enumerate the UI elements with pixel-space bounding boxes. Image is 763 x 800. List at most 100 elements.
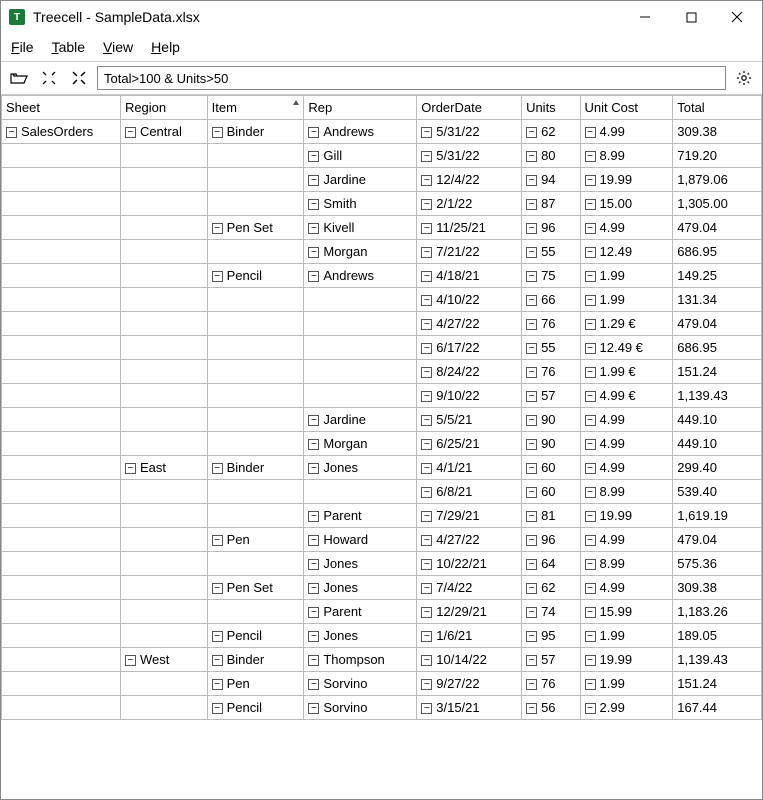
collapse-toggle-icon[interactable]: −: [421, 679, 432, 690]
table-row[interactable]: −8/24/22−76−1.99 €151.24: [2, 360, 762, 384]
cell-rep[interactable]: −Jones: [304, 624, 417, 648]
col-region[interactable]: Region: [120, 96, 207, 120]
collapse-toggle-icon[interactable]: −: [585, 607, 596, 618]
collapse-toggle-icon[interactable]: −: [585, 247, 596, 258]
cell-region[interactable]: [120, 240, 207, 264]
cell-unitcost[interactable]: −1.99 €: [580, 360, 673, 384]
menu-table[interactable]: Table: [52, 39, 85, 55]
collapse-toggle-icon[interactable]: −: [526, 535, 537, 546]
collapse-toggle-icon[interactable]: −: [308, 127, 319, 138]
cell-sheet[interactable]: [2, 240, 121, 264]
cell-rep[interactable]: [304, 312, 417, 336]
cell-item[interactable]: [207, 432, 304, 456]
cell-rep[interactable]: −Jones: [304, 552, 417, 576]
cell-unitcost[interactable]: −12.49: [580, 240, 673, 264]
collapse-toggle-icon[interactable]: −: [526, 703, 537, 714]
collapse-toggle-icon[interactable]: −: [585, 679, 596, 690]
collapse-toggle-icon[interactable]: −: [421, 511, 432, 522]
cell-units[interactable]: −64: [522, 552, 580, 576]
table-row[interactable]: −4/10/22−66−1.99131.34: [2, 288, 762, 312]
cell-item[interactable]: [207, 552, 304, 576]
collapse-toggle-icon[interactable]: −: [526, 127, 537, 138]
collapse-toggle-icon[interactable]: −: [585, 439, 596, 450]
cell-orderdate[interactable]: −5/31/22: [417, 120, 522, 144]
cell-unitcost[interactable]: −1.29 €: [580, 312, 673, 336]
cell-rep[interactable]: −Gill: [304, 144, 417, 168]
cell-rep[interactable]: [304, 480, 417, 504]
collapse-toggle-icon[interactable]: −: [526, 655, 537, 666]
collapse-toggle-icon[interactable]: −: [526, 367, 537, 378]
cell-units[interactable]: −56: [522, 696, 580, 720]
collapse-toggle-icon[interactable]: −: [421, 223, 432, 234]
collapse-toggle-icon[interactable]: −: [421, 295, 432, 306]
collapse-toggle-icon[interactable]: −: [585, 367, 596, 378]
cell-unitcost[interactable]: −4.99: [580, 216, 673, 240]
cell-item[interactable]: −Pen: [207, 672, 304, 696]
collapse-toggle-icon[interactable]: −: [421, 655, 432, 666]
table-row[interactable]: −Gill−5/31/22−80−8.99719.20: [2, 144, 762, 168]
col-rep[interactable]: Rep: [304, 96, 417, 120]
expand-all-icon[interactable]: [37, 67, 61, 89]
cell-item[interactable]: [207, 168, 304, 192]
cell-region[interactable]: [120, 288, 207, 312]
table-row[interactable]: −Parent−7/29/21−81−19.991,619.19: [2, 504, 762, 528]
cell-units[interactable]: −62: [522, 576, 580, 600]
collapse-toggle-icon[interactable]: −: [125, 463, 136, 474]
collapse-toggle-icon[interactable]: −: [526, 391, 537, 402]
collapse-toggle-icon[interactable]: −: [421, 583, 432, 594]
cell-units[interactable]: −94: [522, 168, 580, 192]
table-row[interactable]: −Pen Set−Kivell−11/25/21−96−4.99479.04: [2, 216, 762, 240]
cell-item[interactable]: −Pen Set: [207, 576, 304, 600]
cell-orderdate[interactable]: −6/25/21: [417, 432, 522, 456]
cell-units[interactable]: −57: [522, 648, 580, 672]
cell-orderdate[interactable]: −4/18/21: [417, 264, 522, 288]
cell-region[interactable]: [120, 504, 207, 528]
cell-item[interactable]: [207, 312, 304, 336]
cell-units[interactable]: −57: [522, 384, 580, 408]
cell-total[interactable]: 719.20: [673, 144, 762, 168]
collapse-toggle-icon[interactable]: −: [421, 271, 432, 282]
cell-item[interactable]: −Binder: [207, 456, 304, 480]
cell-units[interactable]: −55: [522, 240, 580, 264]
collapse-toggle-icon[interactable]: −: [308, 511, 319, 522]
cell-region[interactable]: −West: [120, 648, 207, 672]
collapse-toggle-icon[interactable]: −: [585, 175, 596, 186]
cell-rep[interactable]: −Parent: [304, 600, 417, 624]
collapse-toggle-icon[interactable]: −: [212, 223, 223, 234]
collapse-toggle-icon[interactable]: −: [421, 631, 432, 642]
cell-total[interactable]: 539.40: [673, 480, 762, 504]
col-units[interactable]: Units: [522, 96, 580, 120]
collapse-toggle-icon[interactable]: −: [526, 607, 537, 618]
cell-rep[interactable]: −Parent: [304, 504, 417, 528]
table-row[interactable]: −6/8/21−60−8.99539.40: [2, 480, 762, 504]
open-file-icon[interactable]: [7, 67, 31, 89]
table-row[interactable]: −Pen Set−Jones−7/4/22−62−4.99309.38: [2, 576, 762, 600]
collapse-toggle-icon[interactable]: −: [212, 655, 223, 666]
cell-sheet[interactable]: [2, 672, 121, 696]
cell-region[interactable]: [120, 432, 207, 456]
collapse-all-icon[interactable]: [67, 67, 91, 89]
minimize-button[interactable]: [622, 2, 668, 32]
collapse-toggle-icon[interactable]: −: [308, 271, 319, 282]
cell-rep[interactable]: [304, 360, 417, 384]
cell-sheet[interactable]: [2, 552, 121, 576]
cell-rep[interactable]: −Andrews: [304, 120, 417, 144]
collapse-toggle-icon[interactable]: −: [526, 463, 537, 474]
collapse-toggle-icon[interactable]: −: [526, 199, 537, 210]
collapse-toggle-icon[interactable]: −: [308, 199, 319, 210]
cell-units[interactable]: −76: [522, 360, 580, 384]
cell-unitcost[interactable]: −12.49 €: [580, 336, 673, 360]
cell-region[interactable]: [120, 576, 207, 600]
cell-rep[interactable]: −Andrews: [304, 264, 417, 288]
cell-rep[interactable]: −Jardine: [304, 168, 417, 192]
table-row[interactable]: −Pencil−Andrews−4/18/21−75−1.99149.25: [2, 264, 762, 288]
table-row[interactable]: −Jardine−5/5/21−90−4.99449.10: [2, 408, 762, 432]
table-row[interactable]: −9/10/22−57−4.99 €1,139.43: [2, 384, 762, 408]
cell-rep[interactable]: −Sorvino: [304, 672, 417, 696]
collapse-toggle-icon[interactable]: −: [421, 487, 432, 498]
close-button[interactable]: [714, 2, 760, 32]
cell-unitcost[interactable]: −15.99: [580, 600, 673, 624]
cell-unitcost[interactable]: −8.99: [580, 144, 673, 168]
collapse-toggle-icon[interactable]: −: [308, 607, 319, 618]
cell-sheet[interactable]: [2, 504, 121, 528]
